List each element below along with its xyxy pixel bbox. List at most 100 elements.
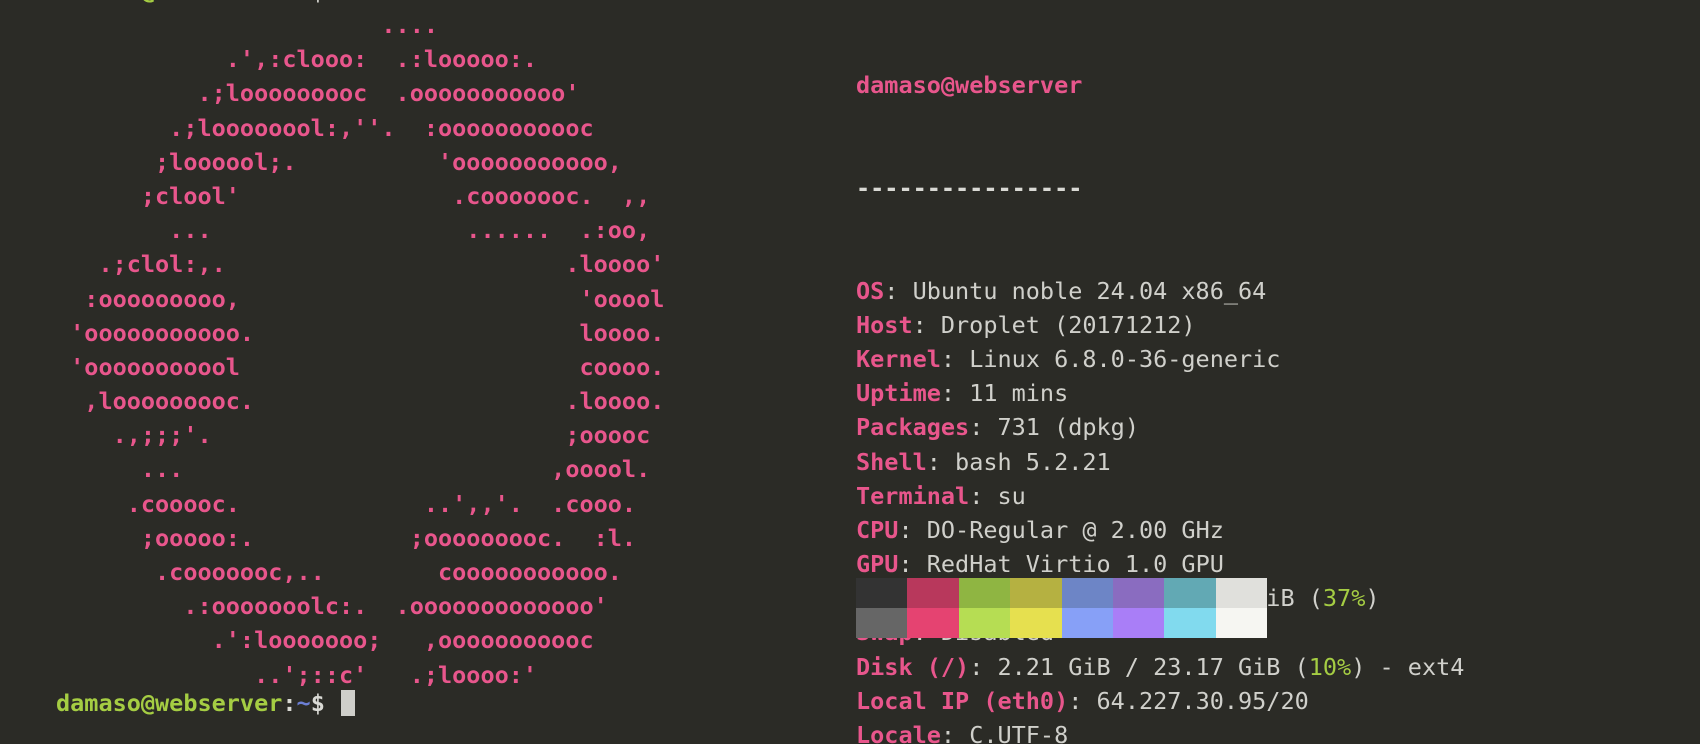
info-entry: Disk (/): 2.21 GiB / 23.17 GiB (10%) - e… [856,650,1464,684]
palette-swatch-bright [856,608,908,638]
info-entry-list: OS: Ubuntu noble 24.04 x86_64 Host: Dropl… [856,274,1464,744]
info-entry: OS: Ubuntu noble 24.04 x86_64 [856,274,1464,308]
palette-swatch-bright [907,608,959,638]
info-entry-key: Host [856,310,913,339]
info-title-user: damaso [856,71,941,100]
info-entry-value: DO-Regular @ 2.00 GHz [926,515,1224,544]
palette-swatch-normal [1010,578,1062,608]
palette-swatch-bright [1112,608,1165,638]
prompt-path: ~ [296,689,311,717]
palette-swatch-normal [1164,578,1216,608]
info-entry: Packages: 731 (dpkg) [856,410,1464,444]
info-entry-value-tail: ) [1365,584,1380,613]
info-entry: Shell: bash 5.2.21 [856,445,1464,479]
ascii-art-row: ;ooooo:. ;ooooooooc. :l. [56,523,637,552]
info-entry: Uptime: 11 mins [856,376,1464,410]
info-entry-value: Droplet (20171212) [940,310,1196,339]
scrollback-dollar: $ [311,0,325,5]
ascii-art-row: ;loooool;. 'ooooooooooo, [56,147,622,176]
info-entry-key: GPU [856,550,899,579]
scrollback-colon: : [282,0,296,5]
info-entry-colon: : [969,413,998,442]
info-entry-value: Ubuntu noble 24.04 x86_64 [912,276,1267,305]
color-palette [856,578,1268,638]
ascii-art-row: .;clol:,. .loooo' [56,250,665,279]
ascii-art-row: .:ooooooolc:. .ooooooooooooo' [56,592,608,621]
text-cursor [340,690,355,716]
prompt-colon: : [282,689,297,717]
info-entry-colon: : [969,652,998,681]
info-title-row: damaso@webserver [856,68,1464,102]
info-entry: Local IP (eth0): 64.227.30.95/20 [856,684,1464,718]
info-entry-key: Terminal [856,481,970,510]
shell-prompt-line[interactable]: damaso@webserver:~$ [56,686,355,720]
ascii-art-row: .cooooc. ..',,'. .cooo. [56,489,637,518]
ascii-art-row: .,;;;'. ;ooooc [56,421,651,450]
info-entry-colon: : [926,447,956,476]
ascii-art-row: ... ...... .:oo, [56,216,651,245]
info-entry-key: Packages [856,413,970,442]
terminal-window[interactable]: damaso@webserver:~$ .... .',:clooo: .:lo… [0,0,1700,744]
info-entry-colon: : [940,344,970,373]
palette-swatch-bright [1061,608,1113,638]
info-entry-key: CPU [856,515,899,544]
scrollback-user-host: damaso@webserver [56,0,282,5]
ascii-art-row: .... [56,11,439,39]
info-entry-colon: : [940,379,970,408]
palette-swatch-normal [1112,578,1165,608]
ascii-art-row: ,looooooooc. .loooo. [56,387,665,416]
info-entry-key: Local IP (eth0) [856,686,1069,715]
ascii-art-row: .;loooooool:,''. :ooooooooooc [56,113,594,142]
info-entry: GPU: RedHat Virtio 1.0 GPU [856,547,1464,581]
info-entry: Terminal: su [856,479,1464,513]
info-entry: CPU: DO-Regular @ 2.00 GHz [856,513,1464,547]
info-entry-colon: : [940,721,970,744]
ascii-art-row: 'ooooooooool coooo. [56,352,665,381]
scrollback-prompt-line: damaso@webserver:~$ [56,0,325,8]
info-entry-value-tail: ) - ext4 [1351,652,1465,681]
info-entry: Kernel: Linux 6.8.0-36-generic [856,342,1464,376]
prompt-user-host: damaso@webserver [56,689,283,717]
info-entry-percent: 10% [1308,652,1352,681]
ascii-art-row: .':looooooo; ,ooooooooooc [56,626,594,655]
info-entry-value: 64.227.30.95/20 [1096,686,1309,715]
ascii-art-row: 'ooooooooooo. loooo. [56,318,665,347]
info-entry: Host: Droplet (20171212) [856,308,1464,342]
info-entry-key: Disk (/) [856,652,970,681]
palette-swatch-normal [1215,578,1268,608]
info-rule-row: ---------------- [856,171,1464,205]
palette-swatch-bright [1215,608,1268,638]
info-entry-value: 731 (dpkg) [997,413,1139,442]
info-entry-value: Linux 6.8.0-36-generic [969,344,1281,373]
ascii-art-row: .',:clooo: .:looooo:. [56,45,538,74]
info-entry-colon: : [1068,686,1097,715]
info-entry: Locale: C.UTF-8 [856,718,1464,744]
ascii-art-row: .cooooooc,.. cooooooooooo. [56,558,622,586]
scrollback-path: ~ [297,0,311,5]
ascii-art-row: ... ,ooool. [56,455,651,484]
info-entry-key: Locale [856,721,941,744]
ascii-art-logo: .... .',:clooo: .:looooo:. .;looooooooc … [56,8,664,692]
info-separator-rule: ---------------- [856,174,1083,202]
info-entry-value: C.UTF-8 [969,721,1069,744]
palette-swatch-normal [907,578,959,608]
ascii-art-row: .;looooooooc .ooooooooooo' [56,79,580,108]
info-entry-colon: : [969,481,998,510]
info-entry-value: RedHat Virtio 1.0 GPU [926,550,1224,579]
info-entry-percent: 37% [1322,584,1366,613]
info-entry-value: bash 5.2.21 [955,447,1111,476]
info-entry-value: su [997,481,1026,510]
ascii-art-row: :ooooooooo, 'ooool [56,284,665,313]
info-entry-key: OS [856,276,885,305]
info-entry-colon: : [898,550,927,579]
prompt-dollar: $ [310,689,325,717]
info-entry-key: Uptime [856,379,941,408]
info-entry-key: Kernel [856,344,941,373]
palette-swatch-bright [1164,608,1216,638]
palette-swatch-bright [1010,608,1062,638]
palette-row-normal [856,578,1268,608]
info-title-host: webserver [955,71,1083,100]
info-entry-colon: : [912,310,941,339]
info-entry-colon: : [884,276,913,305]
info-title-at: @ [940,71,956,100]
